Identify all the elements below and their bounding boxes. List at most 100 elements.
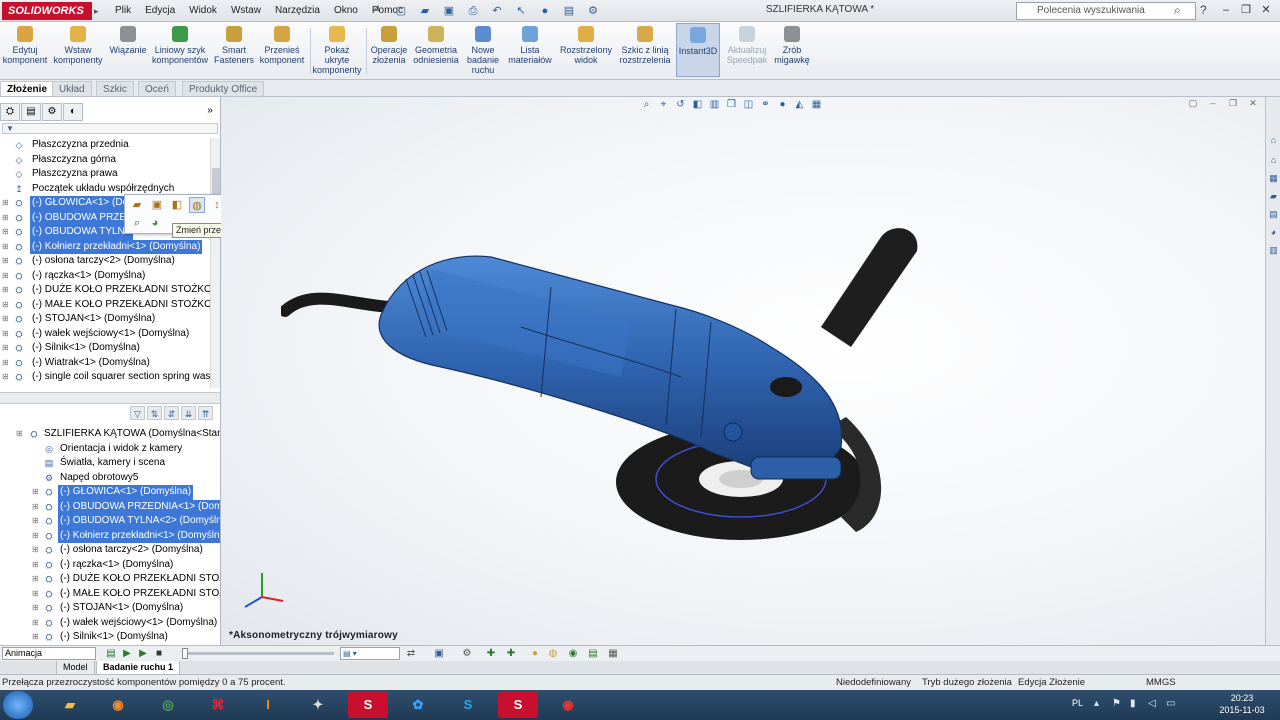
new-motion-study-button[interactable]: Nowe badanie ruchu xyxy=(462,26,504,75)
battery-icon[interactable]: ▭ xyxy=(1166,698,1175,709)
skype-taskbar-icon[interactable]: S xyxy=(448,692,488,718)
sort-icon[interactable]: ⇅ xyxy=(147,406,162,420)
tray-expand-icon[interactable]: ▴ xyxy=(1094,698,1099,709)
explode-line-sketch-button[interactable]: Szkic z linią rozstrzelenia xyxy=(616,26,674,65)
tab-sketch[interactable]: Szkic xyxy=(96,81,134,96)
save-animation-icon[interactable]: ▣ xyxy=(432,647,446,661)
hide-show-items-icon[interactable]: ⚭ xyxy=(758,97,773,113)
tree-item[interactable]: ⊞ ⛭ (-) wałek wejściowy<1> (Domyślna) xyxy=(0,616,220,631)
expand-toggle-icon[interactable]: ⊞ xyxy=(2,254,10,269)
open-folder-icon[interactable]: ▰ xyxy=(414,2,436,20)
expand-icon[interactable]: ⇈ xyxy=(198,406,213,420)
close-icon[interactable]: ✕ xyxy=(1258,2,1274,18)
chrome-taskbar-icon[interactable]: ◎ xyxy=(148,692,188,718)
expand-toggle-icon[interactable]: ⊞ xyxy=(2,211,10,226)
play-from-start-icon[interactable]: ▶ xyxy=(120,647,134,661)
smart-fasteners-button[interactable]: Smart Fasteners xyxy=(212,26,256,65)
tree-item[interactable]: ⊞ ⛭ (-) STOJAN<1> (Domyślna) xyxy=(0,312,210,327)
feature-tree-scrollbar[interactable] xyxy=(210,138,220,388)
tree-item[interactable]: ⊞ ⛭ (-) MAŁE KOŁO PRZEKŁADNI STOŻKO xyxy=(0,587,220,602)
tree-item[interactable]: ⊞ ⛭ (-) Kołnierz przekładni<1> (Domyśln xyxy=(0,528,220,543)
show-hidden-components-button[interactable]: Pokaż ukryte komponenty xyxy=(312,26,362,75)
undo-icon[interactable]: ↶ xyxy=(486,2,508,20)
firefox-taskbar-icon[interactable]: ◉ xyxy=(98,692,138,718)
edit-part-icon[interactable]: ▣ xyxy=(149,197,165,213)
menu-edit[interactable]: Edycja xyxy=(138,3,182,19)
select-icon[interactable]: ↖ xyxy=(510,2,532,20)
tree-item[interactable]: ◇ Płaszczyzna górna xyxy=(0,153,210,168)
results-icon[interactable]: ▦ xyxy=(606,647,620,661)
open-part-icon[interactable]: ▰ xyxy=(129,197,145,213)
autokey-icon[interactable]: ✚ xyxy=(484,647,498,661)
study-type-select[interactable]: Animacja xyxy=(2,647,96,660)
language-indicator[interactable]: PL xyxy=(1072,698,1083,708)
calculate-icon[interactable]: ▤ xyxy=(104,647,118,661)
playback-speed-select[interactable]: ▤ ▾ xyxy=(340,647,400,660)
expand-toggle-icon[interactable]: ⊞ xyxy=(16,427,24,442)
zoom-to-area-icon[interactable]: ⌖ xyxy=(656,97,671,113)
start-button[interactable] xyxy=(3,691,33,719)
expand-toggle-icon[interactable]: ⊞ xyxy=(32,572,40,587)
tree-item[interactable]: ◎ Orientacja i widok z kamery xyxy=(0,442,220,457)
mate-button[interactable]: Wiązanie xyxy=(108,26,148,55)
tree-item[interactable]: ⊞ ⛭ (-) OBUDOWA TYLNA<2> (Domyśln xyxy=(0,514,220,529)
search-icon[interactable]: ⌕ xyxy=(1174,3,1181,18)
zoom-to-selection-icon[interactable]: ⌕ xyxy=(129,215,145,231)
tree-item[interactable]: ⊞ ⛭ (-) Kołnierz przekładni<1> (Domyślna) xyxy=(0,239,210,254)
expand-toggle-icon[interactable]: ⊞ xyxy=(32,543,40,558)
motor-icon[interactable]: ● xyxy=(528,647,542,661)
viewport-maximize-icon[interactable]: ❐ xyxy=(1227,97,1239,109)
expand-toggle-icon[interactable]: ⊞ xyxy=(32,601,40,616)
expand-toggle-icon[interactable]: ⊞ xyxy=(2,269,10,284)
graphics-area[interactable]: ⌕ ⌖ ↺ ◧ ▥ ❒ ◫ ⚭ ● ◭ ▦ ▢ – ❐ ✕ *Aksonomet… xyxy=(221,97,1265,645)
section-view-icon[interactable]: ◧ xyxy=(690,97,705,113)
expand-panel-icon[interactable]: » xyxy=(200,103,220,121)
tree-item[interactable]: ⊞ ⛭ (-) rączka<1> (Domyślna) xyxy=(0,269,210,284)
zoom-to-fit-icon[interactable]: ⌕ xyxy=(639,97,654,113)
expand-toggle-icon[interactable]: ⊞ xyxy=(32,616,40,631)
dynamic-annotation-icon[interactable]: ▥ xyxy=(707,97,722,113)
viewport-close-icon[interactable]: ✕ xyxy=(1247,97,1259,109)
filter-icon[interactable]: ▽ xyxy=(130,406,145,420)
tree-item[interactable]: ⊞ ⛭ (-) OBUDOWA PRZEDNIA<1> (Domy xyxy=(0,499,220,514)
new-document-icon[interactable]: ▢ xyxy=(390,2,412,20)
angle-grinder-model[interactable] xyxy=(281,217,931,567)
feature-manager-tab-icon[interactable]: ⛭ xyxy=(0,103,20,121)
tree-item[interactable]: ⊞ ⛭ (-) osłona tarczy<2> (Domyślna) xyxy=(0,543,220,558)
tree-item[interactable]: ⊞ ⛭ (-) single coil squarer section spring… xyxy=(0,370,210,385)
previous-view-icon[interactable]: ↺ xyxy=(673,97,688,113)
tab-model[interactable]: Model xyxy=(56,661,95,675)
clock[interactable]: 20:23 2015-11-03 xyxy=(1212,692,1272,716)
tree-item[interactable]: ⊞ ⛭ (-) Silnik<1> (Domyślna) xyxy=(0,630,220,642)
expand-toggle-icon[interactable]: ⊞ xyxy=(32,514,40,529)
tree-item[interactable]: ⊞ ⛭ SZLIFIERKA KĄTOWA (Domyślna<Stan w xyxy=(0,427,220,442)
solidworks-resources-icon[interactable]: ⌂ xyxy=(1267,133,1280,147)
menu-tools[interactable]: Narzędzia xyxy=(268,3,327,19)
print-icon[interactable]: ⎙ xyxy=(462,2,484,20)
ds-app-taskbar-icon[interactable]: ✦ xyxy=(298,692,338,718)
help-icon[interactable]: ? xyxy=(1200,3,1207,17)
panel-splitter[interactable] xyxy=(0,392,220,404)
tree-item[interactable]: ⊞ ⛭ (-) rączka<1> (Domyślna) xyxy=(0,558,220,573)
tree-item[interactable]: ⊞ ⛭ (-) GŁOWICA<1> (Domyślna) xyxy=(0,485,220,500)
tree-item[interactable]: ◇ Płaszczyzna prawa xyxy=(0,167,210,182)
tab-layout[interactable]: Układ xyxy=(52,81,92,96)
collapse-icon[interactable]: ⇊ xyxy=(181,406,196,420)
restore-icon[interactable]: ❐ xyxy=(1238,2,1254,18)
design-library-icon[interactable]: ▦ xyxy=(1267,171,1280,185)
view-palette-icon[interactable]: ▤ xyxy=(1267,207,1280,221)
expand-toggle-icon[interactable]: ⊞ xyxy=(2,298,10,313)
property-manager-tab-icon[interactable]: ▤ xyxy=(21,103,41,121)
tree-item[interactable]: ⊞ ⛭ (-) wałek wejściowy<1> (Domyślna) xyxy=(0,327,210,342)
custom-properties-icon[interactable]: ▥ xyxy=(1267,243,1280,257)
tree-item[interactable]: ⚙ Napęd obrotowy5 xyxy=(0,471,220,486)
bill-of-materials-button[interactable]: Lista materiałów xyxy=(506,26,554,65)
recorder-taskbar-icon[interactable]: ◉ xyxy=(548,692,588,718)
gravity-icon[interactable]: ▤ xyxy=(586,647,600,661)
file-explorer-icon[interactable]: ▰ xyxy=(1267,189,1280,203)
solidworks-logo[interactable]: SOLIDWORKS xyxy=(2,2,92,20)
solidworks-taskbar-icon[interactable]: S xyxy=(348,692,388,718)
edit-appearance-icon[interactable]: ● xyxy=(775,97,790,113)
expand-toggle-icon[interactable]: ⊞ xyxy=(32,587,40,602)
pin-menu-icon[interactable]: ⊿ xyxy=(372,3,380,14)
